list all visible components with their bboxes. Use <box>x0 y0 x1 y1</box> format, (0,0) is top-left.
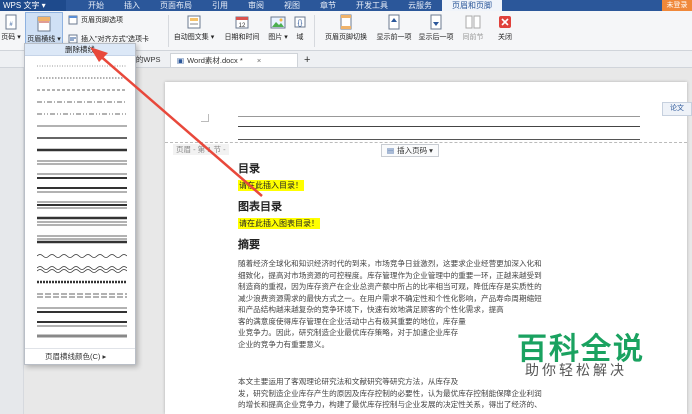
calendar-icon: 12 <box>235 16 249 29</box>
abstract-heading: 摘要 <box>238 239 260 251</box>
switch-hf-label: 页眉页脚切换 <box>325 34 367 41</box>
picture-button[interactable]: 图片 ▾ <box>266 11 290 42</box>
toc-heading: 目录 <box>238 163 260 175</box>
side-paper-button[interactable]: 论文 <box>662 102 692 116</box>
figure-toc-placeholder[interactable]: 请在此插入图表目录！ <box>238 218 320 229</box>
ribbon-separator <box>314 15 315 47</box>
show-next-button[interactable]: 显示后一项 <box>416 11 456 42</box>
auto-text-icon <box>187 15 201 29</box>
header-boundary <box>165 142 687 143</box>
field-icon: {} <box>294 16 306 28</box>
picture-label: 图片 ▾ <box>268 34 288 41</box>
same-as-prev-button[interactable]: 同前节 <box>459 11 487 42</box>
tab-insert[interactable]: 插入 <box>114 0 150 11</box>
show-next-icon <box>430 14 442 30</box>
login-badge[interactable]: 未登录 <box>662 0 692 11</box>
doc-file-icon: ▣ <box>177 55 185 65</box>
header-line-area[interactable] <box>238 116 640 140</box>
new-tab-button[interactable]: + <box>298 53 316 67</box>
close-hf-button[interactable]: 关闭 <box>493 11 517 42</box>
date-time-button[interactable]: 12 日期和时间 <box>221 11 263 42</box>
show-prev-label: 显示前一项 <box>376 34 412 41</box>
line-style-list <box>25 56 135 348</box>
doc-tab-word-material-label: Word素材.docx * <box>187 55 243 65</box>
text-line: 的增长和提高企业竞争力，构建了最优库存控制与企业发展的决定性关系，得出了经济的、 <box>238 400 542 409</box>
same-as-prev-label: 同前节 <box>462 34 484 41</box>
header-line-color-option[interactable]: 页眉横线颜色(C) ▸ <box>25 348 135 364</box>
page-number-small-icon: ▤ <box>387 146 395 155</box>
tab-references[interactable]: 引用 <box>202 0 238 11</box>
header-inner-line <box>238 126 640 127</box>
field-label: 域 <box>296 34 304 41</box>
show-next-label: 显示后一项 <box>418 34 454 41</box>
figure-toc-heading: 图表目录 <box>238 201 282 213</box>
header-footer-options-button[interactable]: 页眉页脚选项 <box>68 15 123 25</box>
insert-page-number-button[interactable]: ▤ 插入页码 ▾ <box>381 144 439 157</box>
ribbon-tabs: 开始 插入 页面布局 引用 审阅 视图 章节 开发工具 云服务 页眉和页脚 <box>78 0 502 11</box>
tab-review[interactable]: 审阅 <box>238 0 274 11</box>
page-code-button[interactable]: # 页码 ▾ <box>0 11 22 42</box>
options-icon <box>68 15 78 25</box>
text-line: 制造商的重视，因为库存资产在企业总资产额中所占的比率相当可观，降低库存是实质性的 <box>238 282 542 291</box>
close-tab-icon[interactable]: × <box>257 54 261 68</box>
wps-menu-button[interactable]: WPS 文字 ▾ <box>0 0 66 11</box>
left-strip <box>0 68 24 414</box>
watermark: 百科全说 助你轻松解决 <box>495 318 667 386</box>
tab-section[interactable]: 章节 <box>310 0 346 11</box>
tab-layout[interactable]: 页面布局 <box>150 0 202 11</box>
header-line-icon <box>37 16 51 32</box>
line-style-option <box>37 254 127 258</box>
switch-icon <box>340 14 352 30</box>
auto-text-label: 自动图文集 ▾ <box>173 34 215 41</box>
header-section-label: 页眉 - 第 1 节 - <box>173 144 229 155</box>
line-style-option <box>37 266 127 270</box>
ribbon-separator <box>168 15 169 47</box>
text-line: 随着经济全球化和知识经济时代的到来，市场竞争日益激烈，这要求企业经营更加深入化和 <box>238 259 542 268</box>
insert-page-number-label: 插入页码 ▾ <box>397 146 433 155</box>
svg-text:{}: {} <box>298 20 303 27</box>
show-prev-icon <box>388 14 400 30</box>
svg-text:12: 12 <box>239 23 246 29</box>
line-styles-svg <box>37 65 127 338</box>
tab-developer[interactable]: 开发工具 <box>346 0 398 11</box>
line-style-option <box>37 269 127 273</box>
toc-placeholder[interactable]: 请在此插入目录！ <box>238 180 304 191</box>
text-line: 细致化，提高对市场资源的可控程度。库存管理作为企业管理中的重要一环，正越来越受到 <box>238 270 542 280</box>
same-as-prev-icon <box>465 15 481 29</box>
tab-home[interactable]: 开始 <box>78 0 114 11</box>
text-line: 和产品结构越来越复杂的竞争环境下，快速有效地满足顾客的个性化需求，提高 <box>238 305 504 314</box>
tab-view[interactable]: 视图 <box>274 0 310 11</box>
page-number-icon: # <box>5 14 17 30</box>
text-line: 减少浪费资源需求的最快方式之一。在用户需求不确定性和个性化影响，产品寿命周期缩短 <box>238 293 542 303</box>
close-icon <box>499 16 511 28</box>
tab-cloud[interactable]: 云服务 <box>398 0 442 11</box>
picture-icon <box>270 16 286 29</box>
header-line-dropdown: 删除横线 页眉横线颜色(C) ▸ <box>24 43 136 365</box>
doc-tab-word-material[interactable]: ▣ Word素材.docx * × <box>170 53 298 67</box>
page-code-label: 页码 ▾ <box>1 34 21 41</box>
switch-header-footer-button[interactable]: 页眉页脚切换 <box>320 11 372 42</box>
date-time-label: 日期和时间 <box>224 34 260 41</box>
field-button[interactable]: {} 域 <box>293 11 307 42</box>
watermark-subtitle: 助你轻松解决 <box>525 362 627 378</box>
margin-corner <box>201 114 209 122</box>
delete-line-option[interactable]: 删除横线 <box>25 44 135 56</box>
show-prev-button[interactable]: 显示前一项 <box>374 11 414 42</box>
tab-header-footer[interactable]: 页眉和页脚 <box>442 0 502 11</box>
auto-text-button[interactable]: 自动图文集 ▾ <box>172 11 216 42</box>
close-label: 关闭 <box>498 34 512 41</box>
header-footer-options-label: 页眉页脚选项 <box>81 17 123 24</box>
text-line: 发，研究制造企业库存产生的原因及库存控制的必要性，认为最优库存控制能保障企业利润 <box>238 388 542 398</box>
title-bar: WPS 文字 ▾ 开始 插入 页面布局 引用 审阅 视图 章节 开发工具 云服务… <box>0 0 692 11</box>
